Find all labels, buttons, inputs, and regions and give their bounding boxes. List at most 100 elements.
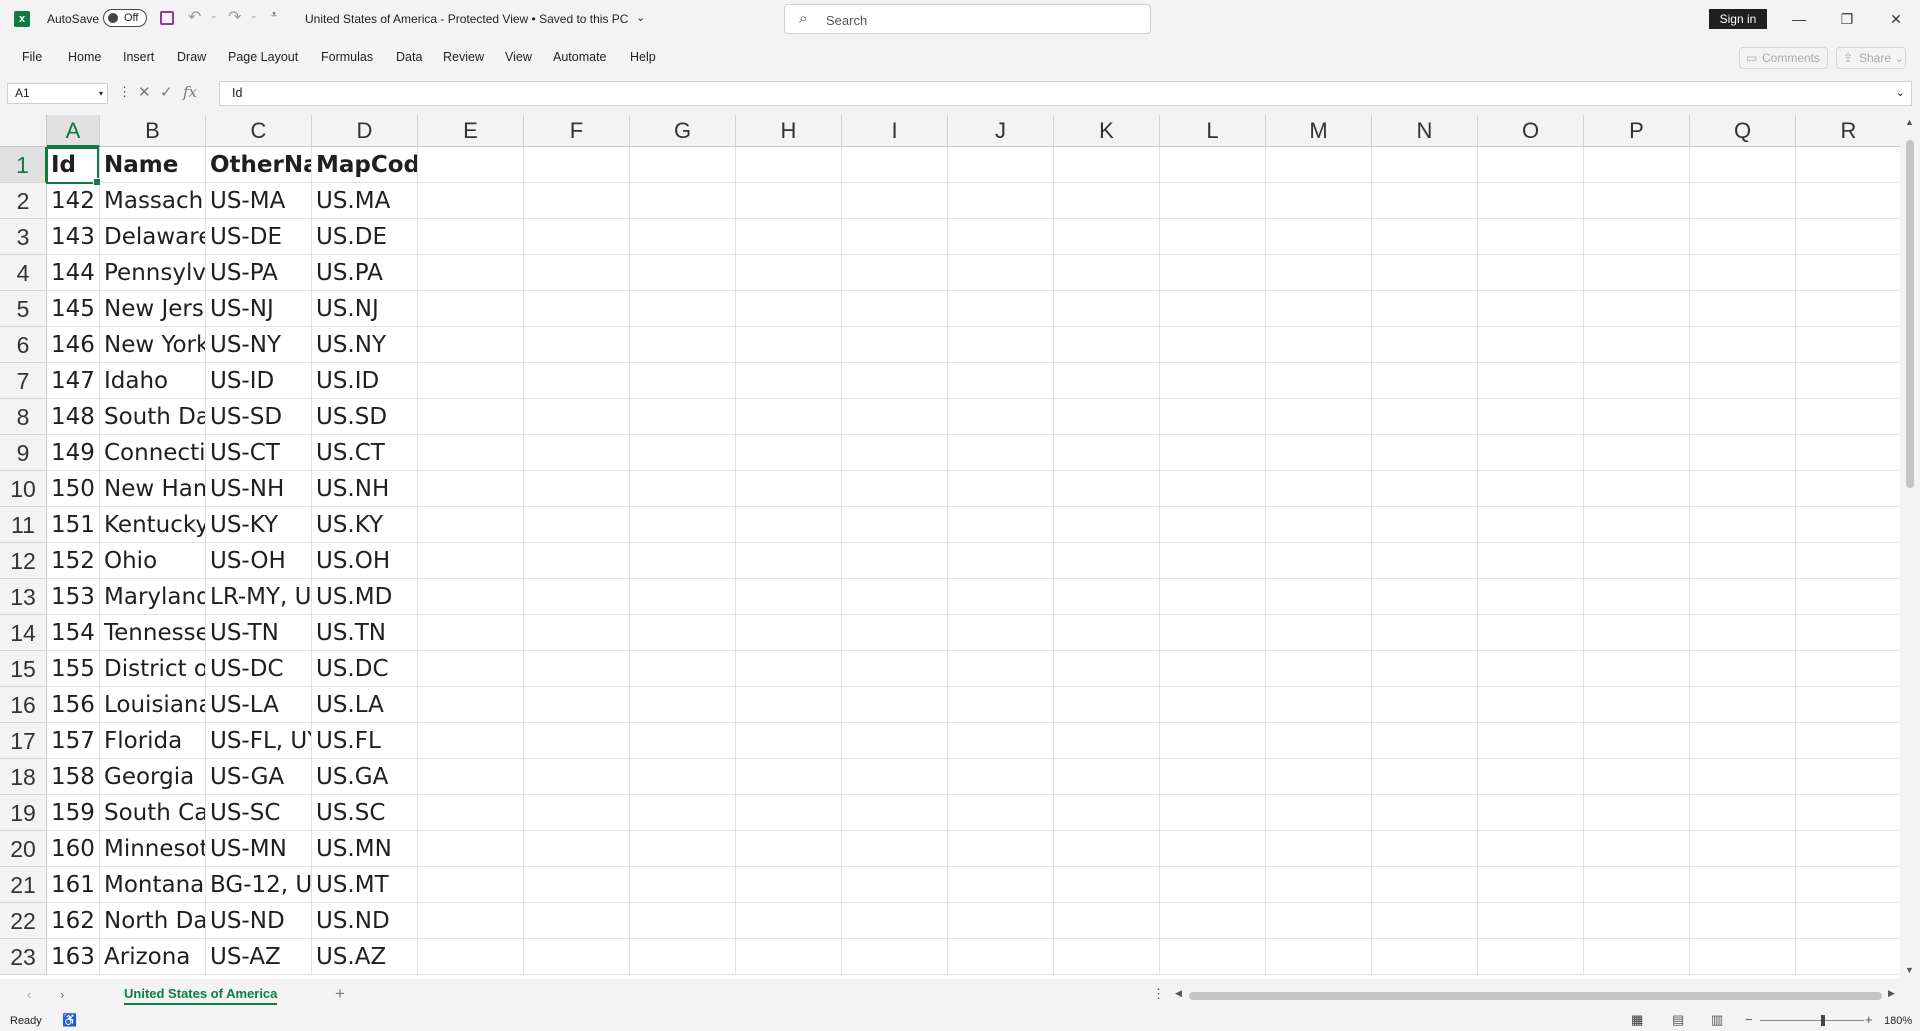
menu-draw[interactable]: Draw: [177, 50, 206, 64]
cell-a22[interactable]: 162: [47, 903, 100, 939]
horizontal-scroll-thumb[interactable]: [1189, 992, 1882, 1000]
cell-j12[interactable]: [948, 543, 1054, 579]
cell-b5[interactable]: New Jerse: [100, 291, 206, 327]
cell-p10[interactable]: [1584, 471, 1690, 507]
cell-a16[interactable]: 156: [47, 687, 100, 723]
cell-n9[interactable]: [1372, 435, 1478, 471]
cell-b19[interactable]: South Car: [100, 795, 206, 831]
cell-o2[interactable]: [1478, 183, 1584, 219]
cell-l3[interactable]: [1160, 219, 1266, 255]
row-header-20[interactable]: 20: [0, 831, 47, 867]
cell-b16[interactable]: Louisiana: [100, 687, 206, 723]
cell-b1[interactable]: Name: [100, 147, 206, 183]
cell-p17[interactable]: [1584, 723, 1690, 759]
cell-o11[interactable]: [1478, 507, 1584, 543]
cell-r8[interactable]: [1796, 399, 1900, 435]
cell-p2[interactable]: [1584, 183, 1690, 219]
cell-f12[interactable]: [524, 543, 630, 579]
cell-n12[interactable]: [1372, 543, 1478, 579]
cell-a18[interactable]: 158: [47, 759, 100, 795]
cell-i17[interactable]: [842, 723, 948, 759]
cell-e9[interactable]: [418, 435, 524, 471]
cancel-icon[interactable]: ✕: [138, 83, 151, 101]
cell-e2[interactable]: [418, 183, 524, 219]
column-header-j[interactable]: J: [948, 115, 1054, 147]
cell-f21[interactable]: [524, 867, 630, 903]
cell-g17[interactable]: [630, 723, 736, 759]
column-header-q[interactable]: Q: [1690, 115, 1796, 147]
cell-j21[interactable]: [948, 867, 1054, 903]
cell-l19[interactable]: [1160, 795, 1266, 831]
cell-k1[interactable]: [1054, 147, 1160, 183]
cell-o22[interactable]: [1478, 903, 1584, 939]
sheet-prev-icon[interactable]: ‹: [27, 987, 31, 1002]
cell-k4[interactable]: [1054, 255, 1160, 291]
cell-o1[interactable]: [1478, 147, 1584, 183]
hscroll-right-icon[interactable]: ▶: [1888, 988, 1895, 999]
cell-e22[interactable]: [418, 903, 524, 939]
cell-h1[interactable]: [736, 147, 842, 183]
cell-l5[interactable]: [1160, 291, 1266, 327]
cell-f16[interactable]: [524, 687, 630, 723]
cell-e15[interactable]: [418, 651, 524, 687]
cell-e13[interactable]: [418, 579, 524, 615]
cell-c7[interactable]: US-ID: [206, 363, 312, 399]
cell-g19[interactable]: [630, 795, 736, 831]
cell-r22[interactable]: [1796, 903, 1900, 939]
cell-a17[interactable]: 157: [47, 723, 100, 759]
cell-b11[interactable]: Kentucky: [100, 507, 206, 543]
cell-e1[interactable]: [418, 147, 524, 183]
formula-bar-options-icon[interactable]: ⋮: [118, 84, 131, 100]
row-header-4[interactable]: 4: [0, 255, 47, 291]
cell-k12[interactable]: [1054, 543, 1160, 579]
search-input[interactable]: Search: [826, 13, 867, 28]
cell-l22[interactable]: [1160, 903, 1266, 939]
cell-k17[interactable]: [1054, 723, 1160, 759]
cell-p4[interactable]: [1584, 255, 1690, 291]
cell-d6[interactable]: US.NY: [312, 327, 418, 363]
cell-b10[interactable]: New Ham: [100, 471, 206, 507]
cell-n23[interactable]: [1372, 939, 1478, 975]
cell-d2[interactable]: US.MA: [312, 183, 418, 219]
cell-h7[interactable]: [736, 363, 842, 399]
cell-i8[interactable]: [842, 399, 948, 435]
row-header-3[interactable]: 3: [0, 219, 47, 255]
cell-b8[interactable]: South Dak: [100, 399, 206, 435]
cell-f18[interactable]: [524, 759, 630, 795]
cell-j13[interactable]: [948, 579, 1054, 615]
cell-k5[interactable]: [1054, 291, 1160, 327]
cell-q1[interactable]: [1690, 147, 1796, 183]
column-header-o[interactable]: O: [1478, 115, 1584, 147]
cell-o3[interactable]: [1478, 219, 1584, 255]
cell-i20[interactable]: [842, 831, 948, 867]
cell-o16[interactable]: [1478, 687, 1584, 723]
cell-p11[interactable]: [1584, 507, 1690, 543]
cell-r19[interactable]: [1796, 795, 1900, 831]
cell-q19[interactable]: [1690, 795, 1796, 831]
cell-m7[interactable]: [1266, 363, 1372, 399]
cell-j16[interactable]: [948, 687, 1054, 723]
cell-l6[interactable]: [1160, 327, 1266, 363]
cell-c14[interactable]: US-TN: [206, 615, 312, 651]
cell-c21[interactable]: BG-12, US: [206, 867, 312, 903]
cell-b12[interactable]: Ohio: [100, 543, 206, 579]
cell-g18[interactable]: [630, 759, 736, 795]
column-header-d[interactable]: D: [312, 115, 418, 147]
cell-d4[interactable]: US.PA: [312, 255, 418, 291]
cell-r21[interactable]: [1796, 867, 1900, 903]
cell-e8[interactable]: [418, 399, 524, 435]
cell-b18[interactable]: Georgia: [100, 759, 206, 795]
cell-a9[interactable]: 149: [47, 435, 100, 471]
cell-h17[interactable]: [736, 723, 842, 759]
cell-d15[interactable]: US.DC: [312, 651, 418, 687]
cell-q2[interactable]: [1690, 183, 1796, 219]
cell-i2[interactable]: [842, 183, 948, 219]
cell-g3[interactable]: [630, 219, 736, 255]
cell-f17[interactable]: [524, 723, 630, 759]
cell-c12[interactable]: US-OH: [206, 543, 312, 579]
cell-p20[interactable]: [1584, 831, 1690, 867]
cell-m15[interactable]: [1266, 651, 1372, 687]
cell-i19[interactable]: [842, 795, 948, 831]
cell-d23[interactable]: US.AZ: [312, 939, 418, 975]
customize-qat-icon[interactable]: ⩡: [271, 9, 277, 22]
